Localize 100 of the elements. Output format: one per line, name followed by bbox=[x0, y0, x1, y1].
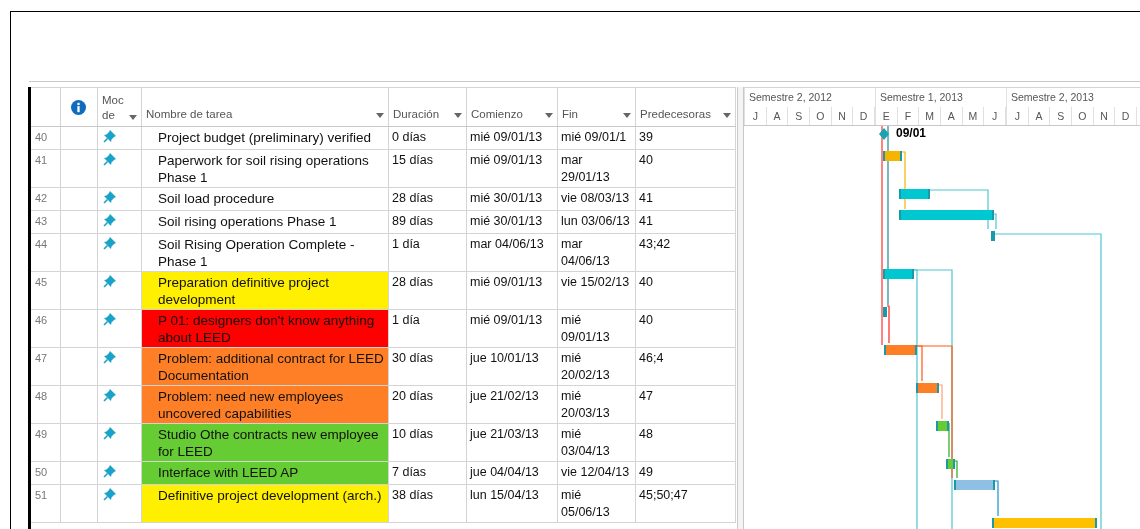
month-label: E bbox=[876, 107, 898, 125]
duration-cell: 30 días bbox=[389, 348, 467, 385]
row-number: 46 bbox=[31, 310, 61, 347]
predecessors-cell: 40 bbox=[636, 272, 736, 309]
start-date-cell: jue 21/02/13 bbox=[467, 386, 558, 423]
duration-cell: 15 días bbox=[389, 150, 467, 187]
column-header[interactable]: Nombre de tarea bbox=[142, 88, 389, 126]
task-bar[interactable] bbox=[936, 421, 949, 431]
row-number: 48 bbox=[31, 386, 61, 423]
predecessors-cell: 41 bbox=[636, 188, 736, 210]
month-label: D bbox=[1115, 107, 1137, 125]
row-number: 40 bbox=[31, 127, 61, 149]
start-date-cell: mié 09/01/13 bbox=[467, 310, 558, 347]
dropdown-caret-icon[interactable] bbox=[454, 113, 462, 118]
start-date-cell: jue 21/03/13 bbox=[467, 424, 558, 461]
start-date-cell: jue 04/04/13 bbox=[467, 462, 558, 484]
info-icon bbox=[71, 99, 86, 115]
pushpin-icon bbox=[103, 464, 117, 478]
month-label: J bbox=[984, 107, 1006, 125]
finish-date-cell: mié 09/01/1 bbox=[558, 127, 636, 149]
row-number: 43 bbox=[31, 211, 61, 233]
start-date-cell: mié 09/01/13 bbox=[467, 127, 558, 149]
row-number: 47 bbox=[31, 348, 61, 385]
dependency-line bbox=[929, 189, 989, 230]
predecessors-cell: 43;42 bbox=[636, 234, 736, 271]
start-date-cell: lun 15/04/13 bbox=[467, 485, 558, 522]
duration-cell: 28 días bbox=[389, 272, 467, 309]
task-name-cell: Preparation definitive project development bbox=[142, 272, 389, 309]
month-label: D bbox=[853, 107, 875, 125]
month-label: M bbox=[962, 107, 985, 125]
task-name-cell: Problem: additional contract for LEED Documentation bbox=[142, 348, 389, 385]
pushpin-icon bbox=[103, 236, 117, 250]
duration-cell: 28 días bbox=[389, 188, 467, 210]
task-name-cell: P 01: designers don't know anything about LEED bbox=[142, 310, 389, 347]
start-date-cell: mar 04/06/13 bbox=[467, 234, 558, 271]
task-name-cell: Project budget (preliminary) verified bbox=[142, 127, 389, 149]
duration-cell: 1 día bbox=[389, 234, 467, 271]
column-header[interactable]: Comienzo bbox=[467, 88, 558, 126]
column-header[interactable]: Predecesoras bbox=[636, 88, 736, 126]
row-number: 50 bbox=[31, 462, 61, 484]
predecessors-cell: 48 bbox=[636, 424, 736, 461]
column-header[interactable]: Fin bbox=[558, 88, 636, 126]
predecessors-cell: 39 bbox=[636, 127, 736, 149]
dependency-line bbox=[901, 151, 906, 210]
start-date-cell: mié 09/01/13 bbox=[467, 272, 558, 309]
row-number: 51 bbox=[31, 485, 61, 522]
dropdown-caret-icon[interactable] bbox=[129, 115, 137, 120]
milestone-date-label: 09/01 bbox=[896, 126, 927, 140]
finish-date-cell: lun 03/06/13 bbox=[558, 211, 636, 233]
start-date-cell: jue 10/01/13 bbox=[467, 348, 558, 385]
row-number: 49 bbox=[31, 424, 61, 461]
task-bar[interactable] bbox=[916, 383, 939, 393]
pushpin-icon bbox=[103, 152, 117, 166]
dropdown-caret-icon[interactable] bbox=[545, 113, 553, 118]
task-bar[interactable] bbox=[991, 231, 995, 241]
finish-date-cell: vie 12/04/13 bbox=[558, 462, 636, 484]
dropdown-caret-icon[interactable] bbox=[623, 113, 631, 118]
pushpin-icon bbox=[103, 350, 117, 364]
predecessors-cell: 47 bbox=[636, 386, 736, 423]
task-name-cell: Soil rising operations Phase 1 bbox=[142, 211, 389, 233]
task-bar[interactable] bbox=[992, 518, 1097, 528]
task-bar[interactable] bbox=[946, 459, 955, 469]
month-label: N bbox=[1093, 107, 1116, 125]
semester-label: Semestre 1, 2013 bbox=[879, 90, 963, 105]
task-bar[interactable] bbox=[884, 345, 917, 355]
task-bar[interactable] bbox=[954, 480, 995, 490]
semester-label: Semestre 2, 2013 bbox=[1010, 90, 1094, 105]
row-number: 41 bbox=[31, 150, 61, 187]
month-label: A bbox=[941, 107, 963, 125]
month-label: O bbox=[1072, 107, 1094, 125]
task-name-cell: Studio Othe contracts new employee for LEED bbox=[142, 424, 389, 461]
pushpin-icon bbox=[103, 274, 117, 288]
dropdown-caret-icon[interactable] bbox=[723, 113, 731, 118]
start-date-cell: mié 30/01/13 bbox=[467, 188, 558, 210]
task-name-cell: Soil Rising Operation Complete - Phase 1 bbox=[142, 234, 389, 271]
semester-label: Semestre 2, 2012 bbox=[748, 90, 832, 105]
column-header[interactable]: Duración bbox=[389, 88, 467, 126]
task-name-cell: Interface with LEED AP bbox=[142, 462, 389, 484]
task-bar[interactable] bbox=[883, 307, 887, 317]
task-bar[interactable] bbox=[899, 210, 994, 220]
task-bar[interactable] bbox=[899, 189, 930, 199]
task-name-cell: Problem: need new employees uncovered capabilities bbox=[142, 386, 389, 423]
dropdown-caret-icon[interactable] bbox=[376, 113, 384, 118]
task-name-cell: Paperwork for soil rising operations Phase 1 bbox=[142, 150, 389, 187]
task-bar[interactable] bbox=[883, 151, 902, 161]
predecessors-cell: 49 bbox=[636, 462, 736, 484]
predecessors-cell: 45;50;47 bbox=[636, 485, 736, 522]
row-number: 42 bbox=[31, 188, 61, 210]
task-bar[interactable] bbox=[883, 269, 914, 279]
column-header[interactable]: Moc de bbox=[98, 88, 142, 126]
row-number: 44 bbox=[31, 234, 61, 271]
finish-date-cell: vie 15/02/13 bbox=[558, 272, 636, 309]
pushpin-icon bbox=[103, 487, 117, 501]
month-label: A bbox=[766, 107, 789, 125]
duration-cell: 20 días bbox=[389, 386, 467, 423]
month-label: N bbox=[831, 107, 854, 125]
pushpin-icon bbox=[103, 388, 117, 402]
duration-cell: 89 días bbox=[389, 211, 467, 233]
predecessors-cell: 40 bbox=[636, 150, 736, 187]
month-label: J bbox=[1007, 107, 1029, 125]
